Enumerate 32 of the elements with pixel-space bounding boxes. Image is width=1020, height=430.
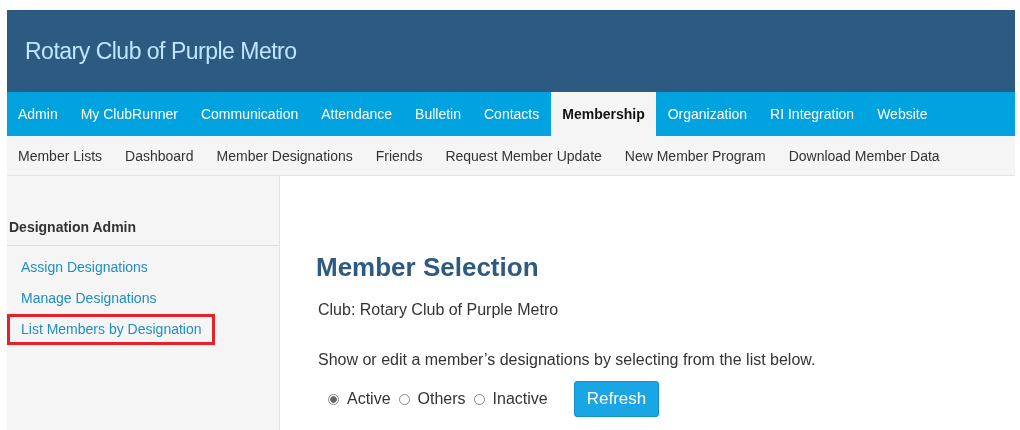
site-title: Rotary Club of Purple Metro <box>25 37 297 65</box>
sub-nav-link[interactable]: New Member Program <box>613 147 777 164</box>
radio-label[interactable]: Inactive <box>492 390 548 408</box>
nav-tab[interactable]: Communication <box>189 92 310 136</box>
sidebar-link[interactable]: Assign Designations <box>7 252 161 283</box>
sub-nav-link[interactable]: Friends <box>364 147 434 164</box>
radio-button[interactable] <box>328 393 339 405</box>
instructions-text: Show or edit a member’s designations by selecting from the list below. <box>318 351 816 369</box>
sub-nav-link[interactable]: Download Member Data <box>777 147 951 164</box>
nav-tab[interactable]: RI Integration <box>759 92 866 136</box>
radio-label[interactable]: Others <box>417 390 466 408</box>
nav-tab[interactable]: Attendance <box>310 92 404 136</box>
radio-button[interactable] <box>473 393 485 405</box>
sub-nav-link[interactable]: Member Designations <box>205 147 364 164</box>
sidebar-heading: Designation Admin <box>7 219 279 246</box>
nav-tab[interactable]: My ClubRunner <box>69 92 189 136</box>
nav-tab[interactable]: Admin <box>7 92 69 136</box>
radio-button[interactable] <box>398 393 410 405</box>
sub-nav-link[interactable]: Request Member Update <box>434 147 613 164</box>
nav-tab[interactable]: Membership <box>551 92 656 136</box>
sidebar-link[interactable]: Manage Designations <box>7 283 170 314</box>
sub-nav-link[interactable]: Member Lists <box>7 147 114 164</box>
sidebar-link[interactable]: List Members by Designation <box>7 314 215 345</box>
nav-tab[interactable]: Contacts <box>473 92 551 136</box>
nav-tab[interactable]: Bulletin <box>404 92 472 136</box>
radio-label[interactable]: Active <box>347 390 391 408</box>
sub-nav-link[interactable]: Dashboard <box>114 147 205 164</box>
refresh-button[interactable]: Refresh <box>573 381 660 417</box>
nav-tab[interactable]: Organization <box>656 92 759 136</box>
page-heading: Member Selection <box>316 252 540 283</box>
club-label: Club: Rotary Club of Purple Metro <box>318 301 560 319</box>
nav-tab[interactable]: Website <box>866 92 939 136</box>
